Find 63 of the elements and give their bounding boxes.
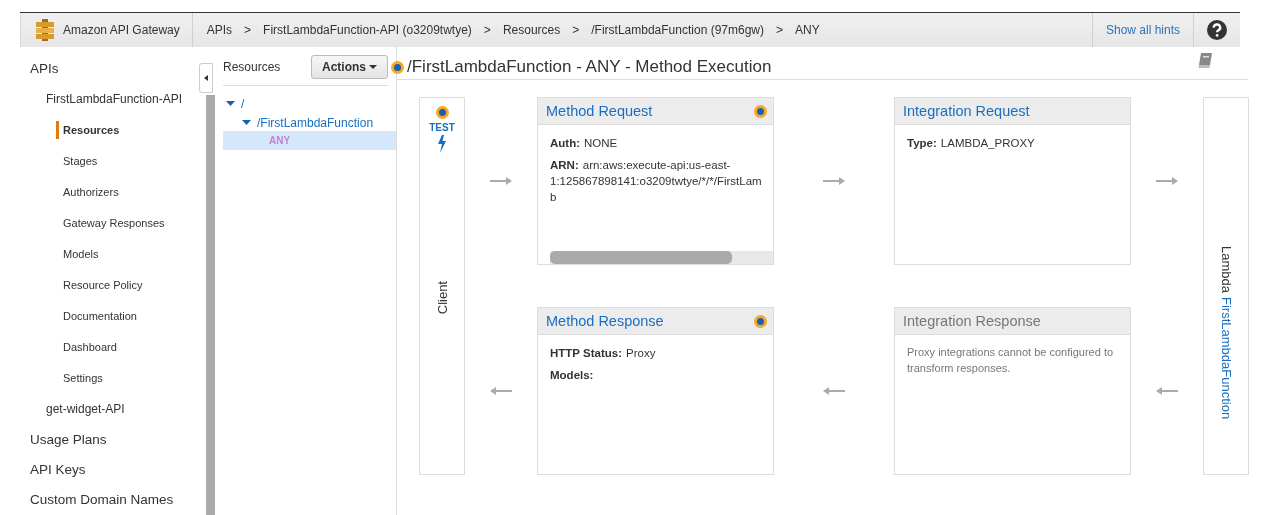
field-text: Models: [550, 368, 595, 384]
caret-icon [369, 65, 377, 69]
left-arrow-icon [490, 387, 512, 395]
sidebar-item[interactable]: Authorizers [0, 176, 198, 207]
hint-icon[interactable] [391, 60, 404, 74]
breadcrumb-separator: > [244, 23, 252, 37]
sidebar-item[interactable]: Usage Plans [0, 424, 198, 454]
test-link[interactable]: TEST [429, 122, 455, 133]
breadcrumb-separator: > [572, 23, 580, 37]
left-arrow-icon [1156, 387, 1178, 395]
note-text: Proxy integrations cannot be configured to transform responses. [907, 345, 1115, 376]
sidebar-item[interactable]: APIs [0, 53, 198, 83]
actions-button[interactable]: Actions [311, 55, 388, 79]
field-text: Auth: NONE [550, 136, 619, 151]
expand-icon [226, 101, 235, 106]
hint-icon[interactable] [754, 104, 767, 118]
sidebar-item[interactable]: Stages [0, 145, 198, 176]
scrollbar[interactable] [550, 251, 773, 264]
hint-icon[interactable] [435, 106, 449, 119]
breadcrumb-link[interactable]: APIs [206, 23, 233, 37]
sidebar-item[interactable]: FirstLambdaFunction-API [0, 83, 198, 114]
sidebar-item[interactable]: Resources [0, 114, 198, 145]
breadcrumb-separator: > [776, 23, 783, 37]
logo-icon [35, 19, 55, 41]
sidebar-item[interactable]: Dashboard [0, 331, 198, 362]
hint-icon[interactable] [754, 314, 767, 328]
breadcrumb-separator: > [483, 23, 491, 37]
sidebar-item[interactable]: Gateway Responses [0, 207, 198, 238]
sidebar-item[interactable]: Documentation [0, 300, 198, 331]
field-text: ARN: arn:aws:execute-api:us-east-1:125867898141:o3209twtye/*/*/FirstLamb [550, 158, 763, 206]
client-label: Client [434, 281, 450, 315]
expand-icon [242, 120, 251, 125]
sidebar-item[interactable]: Models [0, 238, 198, 269]
help-icon[interactable] [1207, 20, 1227, 40]
function-link[interactable]: FirstLambdaFunction [1218, 297, 1234, 420]
field-text: Type: LAMBDA_PROXY [907, 136, 1036, 151]
breadcrumb-link[interactable]: FirstLambdaFunction-API (o3209twtye) [263, 23, 472, 37]
right-arrow-icon [1156, 177, 1178, 185]
sidebar-item[interactable]: Custom Domain Names [0, 484, 198, 514]
lambda-label: Lambda [1218, 246, 1234, 294]
left-arrow-icon [823, 387, 845, 395]
sidebar-item[interactable]: Settings [0, 362, 198, 393]
book-icon[interactable] [1198, 52, 1212, 68]
page-title: /FirstLambdaFunction - ANY - Method Execution [407, 57, 773, 77]
right-arrow-icon [490, 177, 512, 185]
field-text: HTTP Status: Proxy [550, 346, 657, 361]
sidebar-item[interactable]: API Keys [0, 454, 198, 484]
lightning-icon[interactable] [437, 135, 447, 153]
resource-item[interactable]: /FirstLambdaFunction [223, 113, 396, 132]
panel-title: Resources [223, 60, 281, 74]
breadcrumb-link[interactable]: Resources [502, 23, 561, 37]
breadcrumb-link[interactable]: ANY [795, 23, 820, 37]
scrollbar[interactable] [206, 95, 215, 515]
sidebar-item[interactable]: get-widget-API [0, 393, 198, 424]
resource-item[interactable]: / [223, 94, 396, 113]
breadcrumb-link[interactable]: /FirstLambdaFunction (97m6gw) [591, 23, 764, 37]
collapse-icon [204, 75, 208, 81]
show-hints-link[interactable]: Show all hints [1091, 13, 1194, 47]
card-title-link: Integration Response [903, 313, 1041, 329]
right-arrow-icon [823, 177, 845, 185]
app-name[interactable]: Amazon API Gateway [63, 23, 180, 37]
sidebar-item[interactable]: Resource Policy [0, 269, 198, 300]
collapse-button[interactable] [199, 63, 213, 93]
